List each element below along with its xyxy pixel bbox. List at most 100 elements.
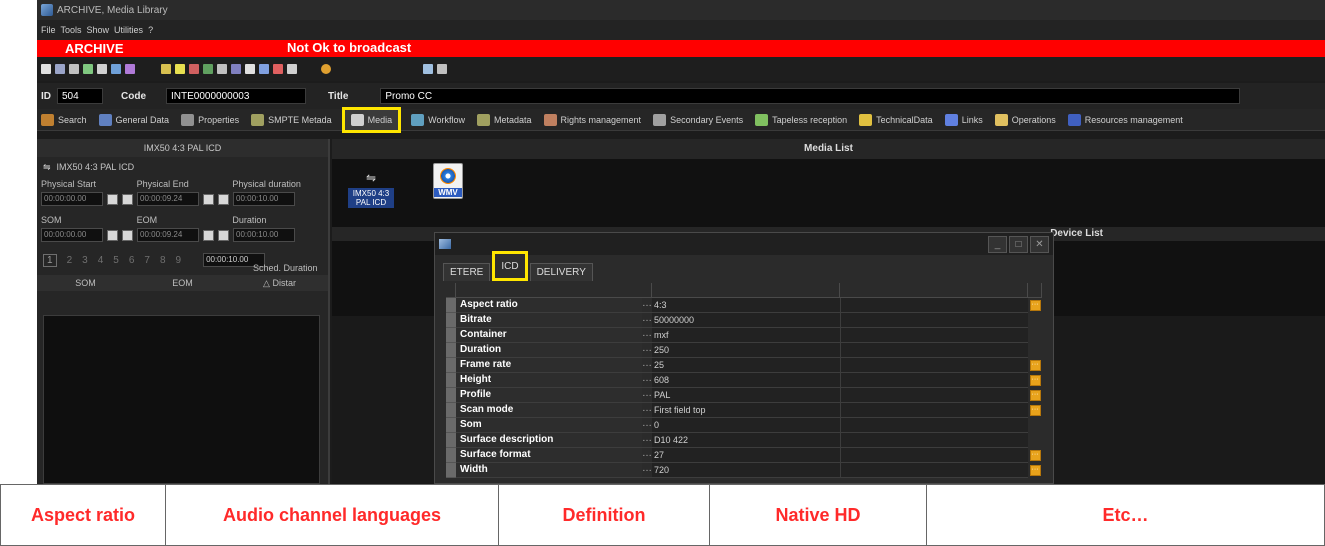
property-row[interactable]: Width… 720 ··· bbox=[446, 463, 1054, 478]
play-icon[interactable] bbox=[203, 229, 214, 241]
physical-start-field[interactable]: 00:00:00.00 bbox=[41, 192, 103, 206]
property-value[interactable]: PAL bbox=[652, 388, 840, 403]
filter-icon[interactable] bbox=[161, 64, 171, 74]
property-row[interactable]: Surface description… D10 422 bbox=[446, 433, 1054, 448]
maximize-button[interactable]: □ bbox=[1009, 235, 1028, 253]
property-row[interactable]: Frame rate… 25 ··· bbox=[446, 358, 1054, 373]
tab-properties[interactable]: Properties bbox=[179, 110, 241, 130]
tab-smpte-metadata[interactable]: SMPTE Metada bbox=[249, 110, 334, 130]
tab-secondary-events[interactable]: Secondary Events bbox=[651, 110, 745, 130]
tab-links[interactable]: Links bbox=[943, 110, 985, 130]
col-som[interactable]: SOM bbox=[37, 278, 134, 288]
tab-delivery[interactable]: DELIVERY bbox=[529, 263, 593, 281]
tab-metadata[interactable]: Metadata bbox=[475, 110, 534, 130]
tree-icon[interactable] bbox=[203, 64, 213, 74]
property-value[interactable]: 25 bbox=[652, 358, 840, 373]
menu-show[interactable]: Show bbox=[87, 25, 110, 35]
property-row[interactable]: Aspect ratio… 4:3 ··· bbox=[446, 298, 1054, 313]
tab-general-data[interactable]: General Data bbox=[97, 110, 172, 130]
row-handle[interactable] bbox=[446, 298, 456, 313]
edit-button[interactable]: ··· bbox=[1028, 373, 1042, 388]
tab-rights-management[interactable]: Rights management bbox=[542, 110, 644, 130]
row-handle[interactable] bbox=[446, 373, 456, 388]
monitor-icon[interactable] bbox=[287, 64, 297, 74]
page-7[interactable]: 7 bbox=[144, 255, 150, 266]
gear-icon[interactable] bbox=[321, 64, 331, 74]
menu-utilities[interactable]: Utilities bbox=[114, 25, 143, 35]
spreadsheet-icon[interactable] bbox=[83, 64, 93, 74]
segments-grid[interactable] bbox=[43, 315, 320, 484]
tab-technical-data[interactable]: TechnicalData bbox=[857, 110, 935, 130]
row-handle[interactable] bbox=[446, 403, 456, 418]
close-button[interactable]: ✕ bbox=[1030, 235, 1049, 253]
edit-button[interactable]: ··· bbox=[1028, 463, 1042, 478]
property-value[interactable]: mxf bbox=[652, 328, 840, 343]
menu-tools[interactable]: Tools bbox=[61, 25, 82, 35]
row-handle[interactable] bbox=[446, 433, 456, 448]
edit-button[interactable]: ··· bbox=[1028, 403, 1042, 418]
record-icon[interactable] bbox=[273, 64, 283, 74]
capture-icon[interactable] bbox=[122, 193, 133, 205]
imx50-media-item[interactable]: ⇋ IMX50 4:3 PAL ICD bbox=[348, 171, 394, 208]
page-8[interactable]: 8 bbox=[160, 255, 166, 266]
play-icon[interactable] bbox=[203, 193, 214, 205]
wmv-media-item[interactable]: WMV bbox=[428, 163, 468, 199]
undo-icon[interactable] bbox=[69, 64, 79, 74]
property-value[interactable]: D10 422 bbox=[652, 433, 840, 448]
title-field[interactable]: Promo CC bbox=[380, 88, 1241, 104]
tab-search[interactable]: Search bbox=[39, 110, 89, 130]
property-row[interactable]: Duration… 250 bbox=[446, 343, 1054, 358]
row-handle[interactable] bbox=[446, 343, 456, 358]
row-handle[interactable] bbox=[446, 313, 456, 328]
property-row[interactable]: Profile… PAL ··· bbox=[446, 388, 1054, 403]
property-value[interactable]: 4:3 bbox=[652, 298, 840, 313]
property-value[interactable]: 608 bbox=[652, 373, 840, 388]
tab-icd[interactable]: ICD bbox=[492, 251, 528, 281]
property-row[interactable]: Height… 608 ··· bbox=[446, 373, 1054, 388]
grid-icon[interactable] bbox=[437, 64, 447, 74]
play-icon[interactable] bbox=[107, 193, 118, 205]
copy-icon[interactable] bbox=[97, 64, 107, 74]
col-eom[interactable]: EOM bbox=[134, 278, 231, 288]
som-field[interactable]: 00:00:00.00 bbox=[41, 228, 103, 242]
bars-icon[interactable] bbox=[175, 64, 185, 74]
tab-workflow[interactable]: Workflow bbox=[409, 110, 467, 130]
list-icon[interactable] bbox=[259, 64, 269, 74]
edit-button[interactable]: ··· bbox=[1028, 358, 1042, 373]
save-icon[interactable] bbox=[55, 64, 65, 74]
capture-icon[interactable] bbox=[218, 193, 229, 205]
page-9[interactable]: 9 bbox=[176, 255, 182, 266]
edit-button[interactable]: ··· bbox=[1028, 298, 1042, 313]
property-value[interactable]: 0 bbox=[652, 418, 840, 433]
property-row[interactable]: Scan mode… First field top ··· bbox=[446, 403, 1054, 418]
play-icon[interactable] bbox=[107, 229, 118, 241]
page-4[interactable]: 4 bbox=[98, 255, 104, 266]
media-item[interactable]: ⇋ IMX50 4:3 PAL ICD bbox=[37, 157, 328, 177]
page-1[interactable]: 1 bbox=[43, 253, 57, 267]
property-row[interactable]: Container… mxf bbox=[446, 328, 1054, 343]
row-handle[interactable] bbox=[446, 448, 456, 463]
page-3[interactable]: 3 bbox=[82, 255, 88, 266]
tab-media[interactable]: Media bbox=[341, 106, 402, 133]
menu-file[interactable]: File bbox=[41, 25, 56, 35]
users-icon[interactable] bbox=[111, 64, 121, 74]
page-5[interactable]: 5 bbox=[113, 255, 119, 266]
capture-icon[interactable] bbox=[218, 229, 229, 241]
tag-icon[interactable] bbox=[231, 64, 241, 74]
page-6[interactable]: 6 bbox=[129, 255, 135, 266]
col-distance[interactable]: △ Distar bbox=[231, 278, 328, 289]
flag-icon[interactable] bbox=[189, 64, 199, 74]
tab-etere[interactable]: ETERE bbox=[443, 263, 491, 281]
property-value[interactable]: 250 bbox=[652, 343, 840, 358]
edit-button[interactable]: ··· bbox=[1028, 388, 1042, 403]
document-icon[interactable] bbox=[245, 64, 255, 74]
property-row[interactable]: Surface format… 27 ··· bbox=[446, 448, 1054, 463]
new-icon[interactable] bbox=[41, 64, 51, 74]
brush-icon[interactable] bbox=[125, 64, 135, 74]
row-handle[interactable] bbox=[446, 328, 456, 343]
row-handle[interactable] bbox=[446, 463, 456, 478]
tab-resources-management[interactable]: Resources management bbox=[1066, 110, 1185, 130]
property-value[interactable]: 720 bbox=[652, 463, 840, 478]
capture-icon[interactable] bbox=[122, 229, 133, 241]
property-value[interactable]: 50000000 bbox=[652, 313, 840, 328]
